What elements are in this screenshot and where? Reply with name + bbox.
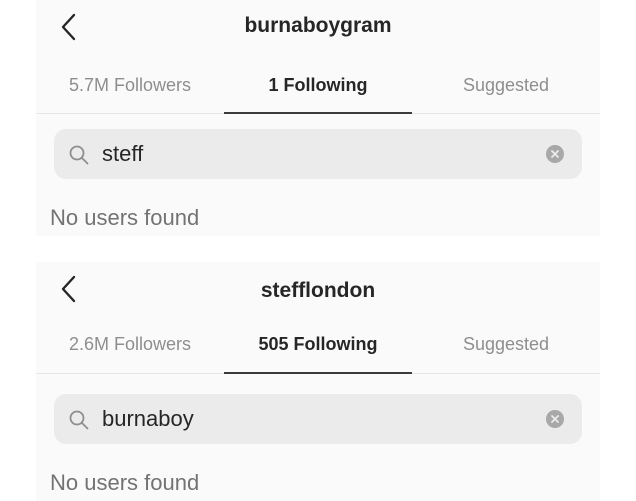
tab-followers[interactable]: 2.6M Followers — [36, 318, 224, 380]
tab-suggested[interactable]: Suggested — [412, 318, 600, 380]
search-query[interactable]: steff — [102, 141, 143, 167]
page-title: burnaboygram — [244, 14, 392, 37]
tab-suggested[interactable]: Suggested — [412, 62, 600, 114]
search-input[interactable]: burnaboy — [54, 394, 582, 444]
empty-results-message: No users found — [50, 205, 200, 230]
tab-following[interactable]: 505 Following — [224, 318, 412, 380]
tab-bar: 2.6M Followers 505 Following Suggested — [36, 318, 600, 380]
clear-circle-icon[interactable] — [546, 145, 564, 163]
active-tab-indicator — [224, 112, 412, 114]
search-query[interactable]: burnaboy — [102, 406, 194, 432]
empty-results-message: No users found — [50, 470, 200, 495]
tab-followers[interactable]: 5.7M Followers — [36, 62, 224, 114]
search-icon — [68, 144, 90, 166]
following-screen-burnaboygram: burnaboygram 5.7M Followers 1 Following … — [36, 0, 600, 236]
active-tab-indicator — [224, 372, 412, 374]
tab-following[interactable]: 1 Following — [224, 62, 412, 114]
tab-bar: 5.7M Followers 1 Following Suggested — [36, 62, 600, 114]
search-icon — [68, 409, 90, 431]
page-title: stefflondon — [260, 279, 376, 302]
following-screen-stefflondon: stefflondon 2.6M Followers 505 Following… — [36, 262, 600, 501]
search-input[interactable]: steff — [54, 129, 582, 179]
header: stefflondon — [36, 262, 600, 318]
clear-circle-icon[interactable] — [546, 410, 564, 428]
header: burnaboygram — [36, 0, 600, 62]
